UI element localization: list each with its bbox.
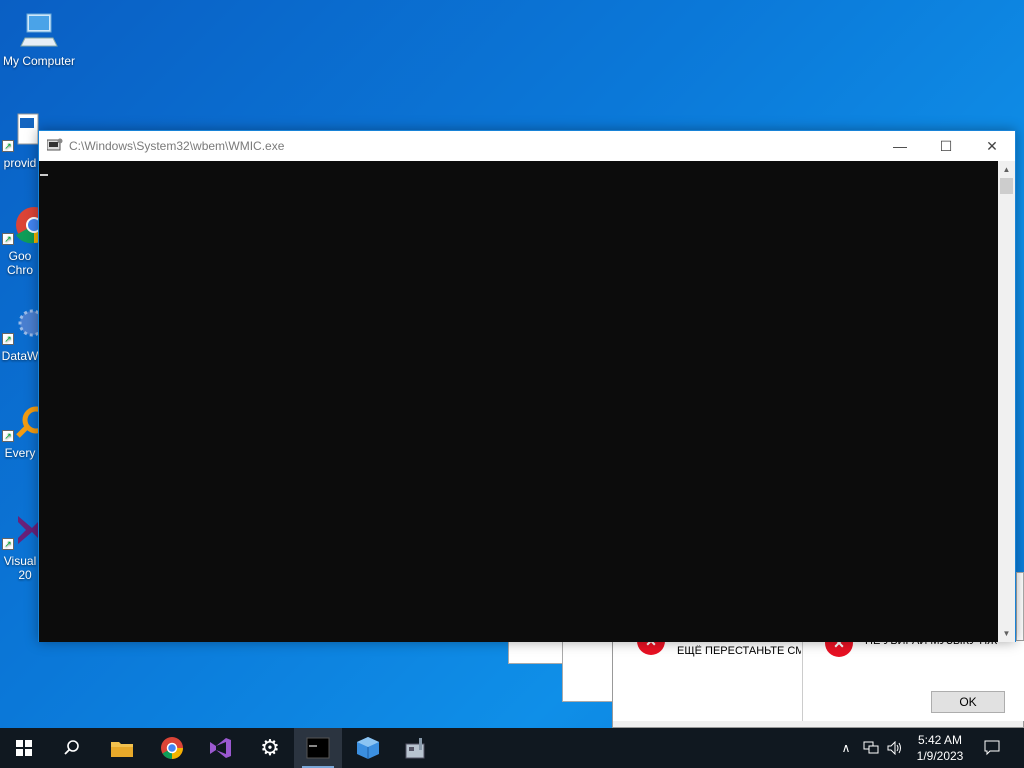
- start-button[interactable]: [0, 728, 48, 768]
- desktop-icon-label: Goo Chro: [6, 249, 33, 277]
- ok-button[interactable]: OK: [931, 691, 1005, 713]
- console-icon: [306, 737, 330, 759]
- desktop-icon-everything[interactable]: ↗ Every: [0, 402, 40, 460]
- desktop-icon-my-computer[interactable]: My Computer: [0, 10, 78, 68]
- network-button[interactable]: [860, 728, 882, 768]
- notification-icon: [984, 740, 1000, 756]
- everything-search-icon: ↗: [0, 402, 40, 442]
- wmic-console-window[interactable]: C:\Windows\System32\wbem\WMIC.exe — ☐ ✕ …: [38, 130, 1016, 642]
- taskbar-visual-studio[interactable]: [196, 728, 244, 768]
- desktop-icon-datawarrior[interactable]: ↗ DataW: [0, 305, 40, 363]
- console-output-area[interactable]: [39, 161, 1000, 642]
- minimize-button[interactable]: —: [877, 131, 923, 161]
- error-dialog: × ЕЩЁ ПЕРЕСТАНЬТЕ СМО × НЕ УБИРАЙ МУЗЫКУ…: [612, 627, 1024, 728]
- gear-icon: ⚙: [260, 735, 280, 760]
- desktop-icon-visual-studio[interactable]: ↗ Visual 20: [0, 510, 40, 582]
- desktop-icon-label: provid: [3, 156, 37, 170]
- taskbar-console[interactable]: [294, 728, 342, 768]
- chevron-up-icon: ∧: [841, 741, 851, 755]
- background-window: [508, 640, 568, 664]
- taskbar-google-chrome[interactable]: [148, 728, 196, 768]
- search-button[interactable]: [48, 728, 96, 768]
- taskbar-file-explorer[interactable]: [98, 728, 146, 768]
- clock-date: 1/9/2023: [916, 749, 964, 763]
- visual-studio-icon: ↗: [0, 510, 40, 550]
- notification-center-button[interactable]: [978, 728, 1006, 768]
- desktop-icon-google-chrome[interactable]: ↗ Goo Chro: [0, 205, 40, 277]
- maximize-button[interactable]: ☐: [923, 131, 969, 161]
- desktop-icon-label: My Computer: [2, 54, 76, 68]
- taskbar: ⚙ ∧ 5:42 AM 1/9/2023: [0, 728, 1024, 768]
- provider-icon: ↗: [0, 112, 40, 152]
- taskbar-installer[interactable]: [392, 728, 440, 768]
- datawarrior-icon: ↗: [0, 305, 40, 345]
- package-icon: [357, 737, 379, 759]
- clock-time: 5:42 AM: [917, 733, 963, 747]
- scroll-down-icon[interactable]: ▼: [998, 625, 1015, 642]
- desktop-icon-label: Every: [4, 446, 36, 460]
- installer-icon: [405, 738, 425, 759]
- window-title: C:\Windows\System32\wbem\WMIC.exe: [69, 139, 285, 153]
- desktop-icon-label: Visual 20: [3, 554, 37, 582]
- show-hidden-icons-button[interactable]: ∧: [836, 728, 856, 768]
- windows-logo-icon: [16, 740, 32, 756]
- scroll-up-icon[interactable]: ▲: [998, 161, 1015, 178]
- shortcut-arrow-icon: ↗: [2, 140, 14, 152]
- console-titlebar[interactable]: C:\Windows\System32\wbem\WMIC.exe — ☐ ✕: [39, 131, 1015, 161]
- background-window: [562, 640, 616, 702]
- vertical-scrollbar[interactable]: ▲ ▼: [998, 161, 1015, 642]
- my-computer-icon: [19, 10, 59, 50]
- chrome-icon: [161, 737, 183, 759]
- wmic-app-icon: [46, 138, 63, 152]
- shortcut-arrow-icon: ↗: [2, 430, 14, 442]
- volume-button[interactable]: [884, 728, 906, 768]
- taskbar-clock[interactable]: 5:42 AM 1/9/2023: [908, 732, 972, 764]
- taskbar-settings[interactable]: ⚙: [246, 728, 294, 768]
- folder-icon: [111, 742, 133, 757]
- desktop-icon-label: DataW: [1, 349, 39, 363]
- desktop-icon-provider[interactable]: ↗ provid: [0, 112, 40, 170]
- error-message-left: ЕЩЁ ПЕРЕСТАНЬТЕ СМО: [677, 645, 801, 657]
- speaker-icon: [887, 741, 901, 755]
- network-icon: [863, 741, 879, 754]
- shortcut-arrow-icon: ↗: [2, 538, 14, 550]
- visual-studio-icon: [210, 738, 231, 758]
- search-icon: [64, 740, 79, 755]
- text-cursor: [40, 174, 48, 176]
- shortcut-arrow-icon: ↗: [2, 333, 14, 345]
- shortcut-arrow-icon: ↗: [2, 233, 14, 245]
- scrollbar-thumb[interactable]: [1000, 178, 1013, 194]
- chrome-icon: ↗: [0, 205, 40, 245]
- close-button[interactable]: ✕: [969, 131, 1015, 161]
- taskbar-package[interactable]: [344, 728, 392, 768]
